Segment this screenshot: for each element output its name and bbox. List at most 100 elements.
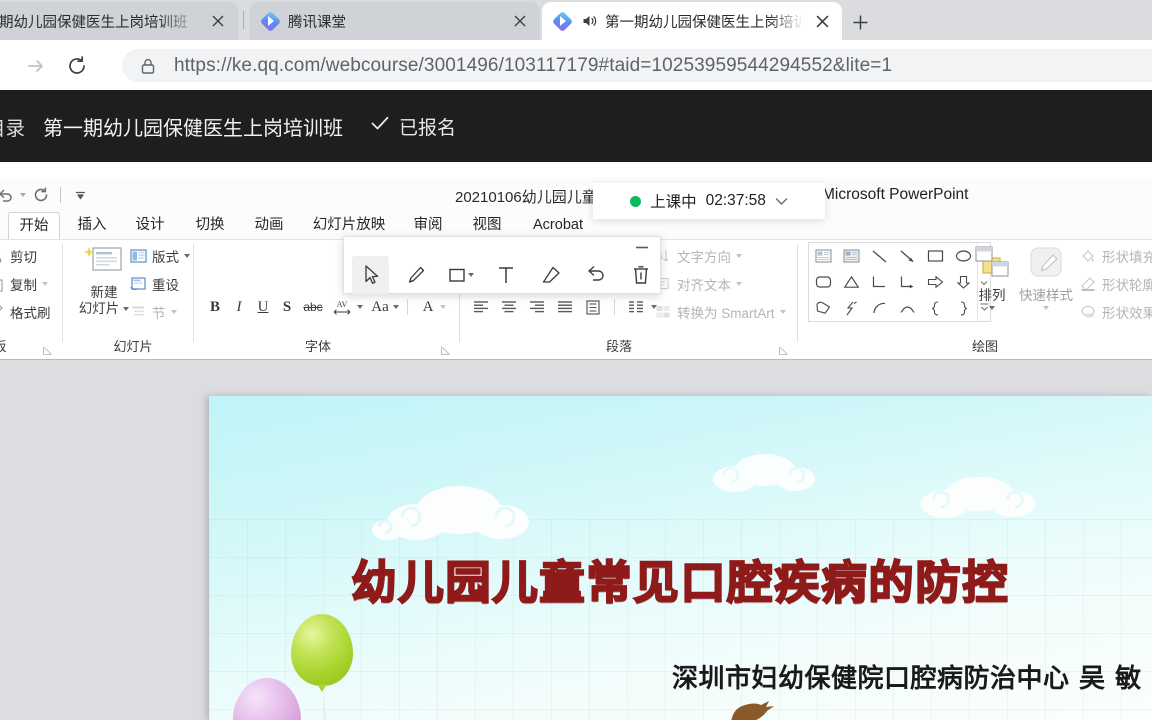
text-shadow-button[interactable]: S [275,296,299,318]
clipboard-dialog-launcher[interactable] [42,343,53,355]
shape-elbow-connector-icon[interactable] [865,269,893,295]
arrange-caret-icon[interactable] [989,306,995,310]
ribbon-tab-transitions[interactable]: 切换 [186,212,234,239]
shape-curve-icon[interactable] [893,295,921,321]
annotation-shape-tool[interactable] [442,256,479,294]
shape-rectangle-icon[interactable] [921,243,949,269]
change-case-caret-icon[interactable] [393,305,399,309]
change-case-button[interactable]: Aa [367,296,393,318]
bold-button[interactable]: B [203,296,227,318]
shape-arc-icon[interactable] [865,295,893,321]
character-spacing-button[interactable]: AV [327,296,357,318]
shape-arrow-icon[interactable] [893,243,921,269]
ribbon-cut[interactable]: 剪切 [0,246,37,266]
ribbon-reset[interactable]: 重设 [130,274,179,294]
live-class-badge[interactable]: 上课中 02:37:58 [593,183,825,219]
paragraph-align-buttons [468,296,657,318]
align-left-button[interactable] [468,296,494,318]
text-direction-caret-icon[interactable] [736,254,742,258]
ribbon-tab-insert[interactable]: 插入 [68,212,116,239]
ribbon-tab-animations[interactable]: 动画 [245,212,293,239]
shape-pentagon-icon[interactable] [809,295,837,321]
ribbon-shape-effects[interactable]: 形状效果 [1080,302,1152,322]
italic-button[interactable]: I [227,296,251,318]
annotation-delete-all-tool[interactable] [622,256,659,294]
ribbon-align-text[interactable]: 对齐文本 [655,274,742,294]
slide-canvas[interactable]: 幼儿园儿童常见口腔疾病的防控 深圳市妇幼保健院口腔病防治中心 吴 敏 [209,396,1152,720]
smartart-caret-icon[interactable] [779,310,786,314]
strikethrough-button[interactable]: abc [299,296,327,318]
browser-tab-1-close-icon[interactable] [206,9,230,33]
browser-tab-1[interactable]: 第一期幼儿园保健医生上岗培训班 [0,2,238,40]
ribbon-tab-design[interactable]: 设计 [126,212,174,239]
ribbon-layout[interactable]: 版式 [130,246,190,266]
shape-lightning-icon[interactable] [837,295,865,321]
slide-title[interactable]: 幼儿园儿童常见口腔疾病的防控 [209,546,1152,611]
shape-line-icon[interactable] [865,243,893,269]
annotation-undo-tool[interactable] [577,256,614,294]
ribbon-copy-caret-icon[interactable] [42,282,48,286]
redo-icon[interactable] [28,184,54,206]
shape-textbox-1-icon[interactable] [809,243,837,269]
font-color-caret-icon[interactable] [440,305,446,309]
slide-editing-area[interactable]: 幼儿园儿童常见口腔疾病的防控 深圳市妇幼保健院口腔病防治中心 吴 敏 [0,360,1152,720]
ribbon-section-caret-icon[interactable] [170,310,177,314]
annotation-text-tool[interactable] [487,256,524,294]
slide-subtitle[interactable]: 深圳市妇幼保健院口腔病防治中心 吴 敏 [672,658,1142,695]
ribbon-tab-slideshow[interactable]: 幻灯片放映 [303,212,395,239]
ribbon-section[interactable]: 节 [130,302,177,322]
ribbon-text-direction[interactable]: A 文字方向 [655,246,742,266]
new-tab-button[interactable] [845,8,875,36]
columns-button[interactable] [623,296,649,318]
browser-tab-2-close-icon[interactable] [508,9,532,33]
undo-icon[interactable] [0,184,18,206]
ribbon-tab-home[interactable]: 开始 [8,212,60,239]
character-spacing-caret-icon[interactable] [357,305,363,309]
catalog-link[interactable]: 目录 [0,112,43,141]
ribbon-convert-smartart[interactable]: 转换为 SmartArt [655,302,786,322]
undo-caret-icon[interactable] [20,193,26,197]
annotation-minimize-button[interactable] [632,239,652,255]
chevron-down-icon[interactable] [67,184,93,206]
annotation-select-tool[interactable] [352,256,389,294]
ribbon-format-painter[interactable]: 格式刷 [0,302,51,322]
shape-right-arrow-icon[interactable] [921,269,949,295]
quick-styles-button[interactable]: 快速样式 [1013,244,1079,310]
forward-button[interactable] [22,52,50,80]
align-justify-button[interactable] [552,296,578,318]
underline-button[interactable]: U [251,296,275,318]
quick-styles-caret-icon[interactable] [1043,306,1049,310]
shape-rounded-rect-icon[interactable] [809,269,837,295]
font-color-button[interactable]: A [416,296,440,318]
annotation-pen-tool[interactable] [397,256,434,294]
ribbon-shape-outline[interactable]: 形状轮廓 [1080,274,1152,294]
line-spacing-button[interactable] [580,296,606,318]
ribbon-shape-fill[interactable]: 形状填充 [1080,246,1152,266]
shape-elbow-arrow-icon[interactable] [893,269,921,295]
ribbon-tab-view[interactable]: 视图 [463,212,511,239]
align-center-button[interactable] [496,296,522,318]
new-slide-button[interactable]: 新建 幻灯片 [70,245,138,317]
align-right-button[interactable] [524,296,550,318]
shape-left-brace-icon[interactable] [921,295,949,321]
align-text-caret-icon[interactable] [736,282,742,286]
ribbon-copy[interactable]: 复制 [0,274,48,294]
enrolled-status: 已报名 [371,113,456,140]
browser-tab-3[interactable]: 第一期幼儿园保健医生上岗培训班 [542,2,842,40]
ribbon-tab-review[interactable]: 审阅 [404,212,452,239]
ribbon-tab-acrobat[interactable]: Acrobat [523,212,593,239]
address-bar[interactable]: https://ke.qq.com/webcourse/3001496/1031… [122,49,1152,82]
shape-textbox-2-icon[interactable] [837,243,865,269]
new-slide-caret-icon[interactable] [123,307,130,311]
shape-triangle-icon[interactable] [837,269,865,295]
browser-tab-3-close-icon[interactable] [810,9,834,33]
font-dialog-launcher[interactable] [440,343,451,355]
ribbon-layout-caret-icon[interactable] [184,254,190,258]
reload-button[interactable] [62,51,92,81]
paragraph-dialog-launcher[interactable] [778,343,789,355]
annotation-eraser-tool[interactable] [532,256,569,294]
browser-tab-2[interactable]: 腾讯课堂 [250,2,540,40]
annotation-shape-caret-icon[interactable] [468,273,474,277]
tab-audio-playing-icon[interactable] [580,12,598,30]
chevron-down-icon[interactable] [775,197,788,206]
